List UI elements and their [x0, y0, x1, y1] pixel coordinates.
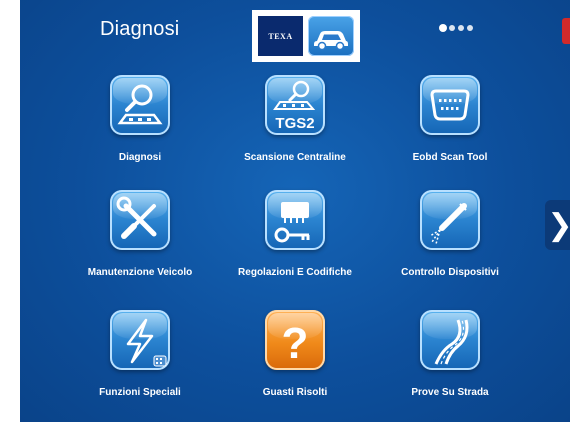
- tile-eobd-scan-tool[interactable]: Eobd Scan Tool: [375, 75, 525, 185]
- tile-funzioni-speciali[interactable]: Funzioni Speciali: [65, 310, 215, 420]
- tile-label: Regolazioni E Codifiche: [238, 267, 352, 278]
- tile-controllo-dispositivi[interactable]: Controllo Dispositivi: [375, 190, 525, 300]
- road-icon: [420, 310, 480, 370]
- texa-logo: TEXA: [258, 16, 303, 56]
- tile-regolazioni-e-codifiche[interactable]: Regolazioni E Codifiche: [220, 190, 370, 300]
- spray-injector-icon: [420, 190, 480, 250]
- tile-label: Funzioni Speciali: [99, 387, 181, 398]
- page-dot: [467, 25, 473, 31]
- lightning-icon: [110, 310, 170, 370]
- close-button[interactable]: [562, 18, 570, 44]
- vehicle-select-button[interactable]: [308, 16, 354, 56]
- tile-diagnosi[interactable]: Diagnosi: [65, 75, 215, 185]
- page-indicator: [440, 25, 473, 31]
- tgs2-scan-icon: TGS2: [265, 75, 325, 135]
- tile-guasti-risolti[interactable]: ? Guasti Risolti: [220, 310, 370, 420]
- tile-prove-su-strada[interactable]: Prove Su Strada: [375, 310, 525, 420]
- svg-text:?: ?: [282, 319, 309, 368]
- tile-label: Diagnosi: [118, 152, 162, 163]
- next-page-button[interactable]: ❯: [545, 200, 570, 250]
- tile-label: Prove Su Strada: [411, 387, 489, 398]
- tile-scansione-centraline[interactable]: TGS2 Scansione Centraline: [220, 75, 370, 185]
- chevron-right-icon: ❯: [547, 208, 570, 243]
- page-dot: [458, 25, 464, 31]
- tile-label: Guasti Risolti: [262, 387, 328, 398]
- page-title: Diagnosi: [100, 18, 180, 40]
- tgs2-badge: TGS2: [275, 115, 314, 132]
- chip-key-icon: [265, 190, 325, 250]
- page-dot: [449, 25, 455, 31]
- header-logo-area: TEXA: [252, 10, 360, 62]
- magnifier-car-icon: [110, 75, 170, 135]
- tile-label: Scansione Centraline: [244, 152, 346, 163]
- wrench-screwdriver-icon: [110, 190, 170, 250]
- tile-label: Manutenzione Veicolo: [87, 267, 193, 278]
- page-dot: [440, 25, 446, 31]
- obd-connector-icon: [420, 75, 480, 135]
- car-icon: [314, 31, 348, 51]
- question-icon: ?: [265, 310, 325, 370]
- tile-manutenzione-veicolo[interactable]: Manutenzione Veicolo: [65, 190, 215, 300]
- app-screen: Diagnosi TEXA ❯: [20, 0, 570, 422]
- tile-label: Controllo Dispositivi: [401, 267, 499, 278]
- tile-label: Eobd Scan Tool: [412, 152, 488, 163]
